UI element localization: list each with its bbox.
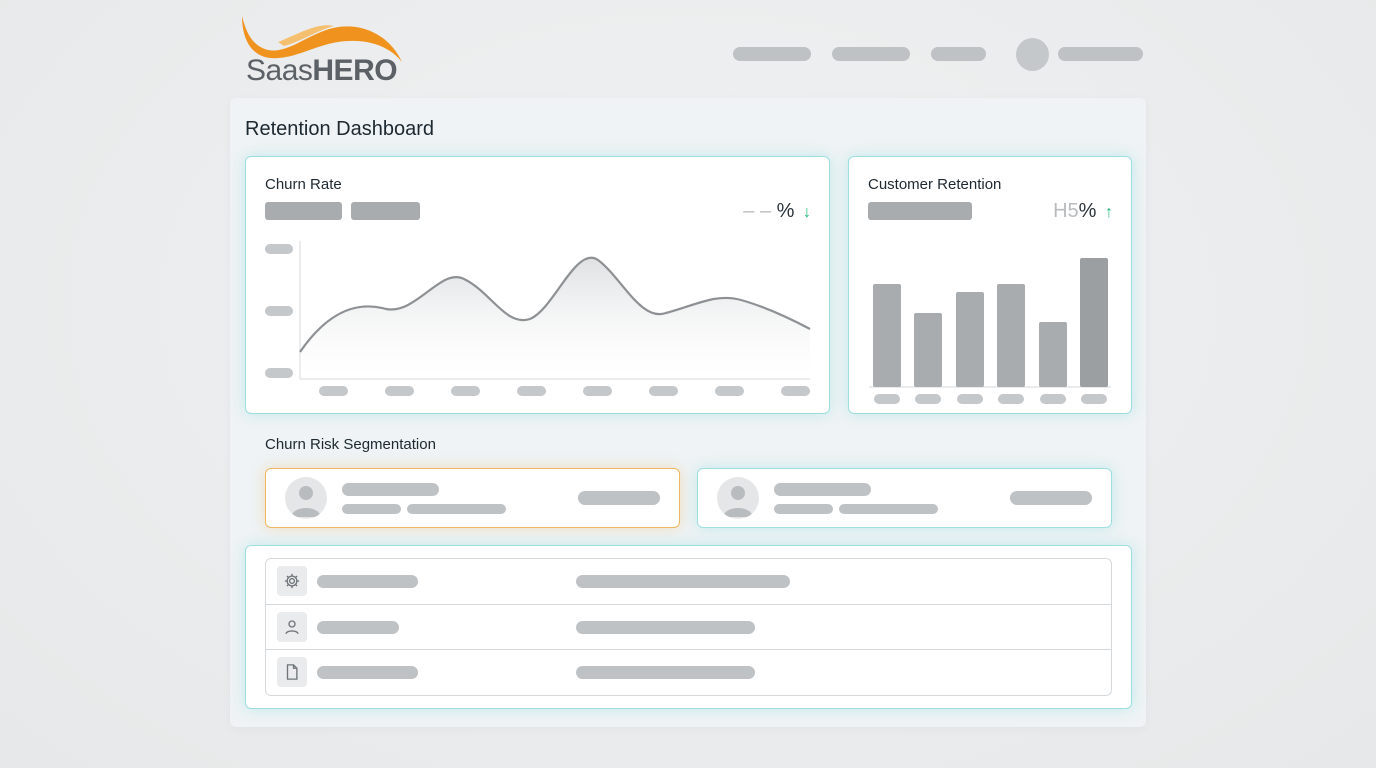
row-label-placeholder xyxy=(317,666,418,679)
row-label-placeholder xyxy=(317,575,418,588)
segment-meta-placeholder xyxy=(774,504,833,514)
nav-link-placeholder[interactable] xyxy=(832,47,910,61)
bar xyxy=(1039,322,1067,387)
row-value-placeholder xyxy=(576,666,755,679)
x-tick-placeholder xyxy=(451,386,480,396)
bar xyxy=(956,292,984,387)
settings-table-card xyxy=(245,545,1132,709)
y-tick-placeholder xyxy=(265,306,293,316)
person-avatar-icon xyxy=(285,477,327,519)
x-tick-placeholder xyxy=(1040,394,1066,404)
x-tick-placeholder xyxy=(517,386,546,396)
segment-card-selected[interactable] xyxy=(265,468,680,528)
x-tick-placeholder xyxy=(649,386,678,396)
user-name-placeholder[interactable] xyxy=(1058,47,1143,61)
x-tick-placeholder xyxy=(385,386,414,396)
x-tick-placeholder xyxy=(915,394,941,404)
x-tick-placeholder xyxy=(781,386,810,396)
x-tick-placeholder xyxy=(715,386,744,396)
saashero-logo[interactable]: SaasHERO xyxy=(238,12,410,88)
row-value-placeholder xyxy=(576,575,790,588)
page-title: Retention Dashboard xyxy=(245,118,435,140)
nav-link-placeholder[interactable] xyxy=(931,47,986,61)
retention-bar-chart xyxy=(869,258,1111,404)
user-icon xyxy=(277,612,307,642)
churn-line-chart xyxy=(265,241,811,396)
x-tick-placeholder xyxy=(874,394,900,404)
segment-value-placeholder xyxy=(1010,491,1092,505)
segment-meta-placeholder xyxy=(342,504,401,514)
bar xyxy=(914,313,942,387)
logo-text-bold: HERO xyxy=(312,54,398,87)
segment-meta-placeholder xyxy=(839,504,938,514)
x-tick-placeholder xyxy=(583,386,612,396)
nav-link-placeholder[interactable] xyxy=(733,47,811,61)
segment-card[interactable] xyxy=(697,468,1112,528)
document-icon xyxy=(277,657,307,687)
customer-retention-card[interactable]: Customer Retention H5% ↑ xyxy=(848,156,1132,414)
x-tick-placeholder xyxy=(957,394,983,404)
segment-name-placeholder xyxy=(774,483,871,496)
bar xyxy=(873,284,901,387)
row-label-placeholder xyxy=(317,621,399,634)
segment-value-placeholder xyxy=(578,491,660,505)
table-row[interactable] xyxy=(266,559,1111,604)
user-avatar[interactable] xyxy=(1016,38,1049,71)
table-row[interactable] xyxy=(266,649,1111,695)
bar xyxy=(997,284,1025,387)
x-tick-placeholder xyxy=(998,394,1024,404)
segment-name-placeholder xyxy=(342,483,439,496)
segmentation-title: Churn Risk Segmentation xyxy=(265,436,436,453)
x-tick-placeholder xyxy=(319,386,348,396)
gear-icon xyxy=(277,566,307,596)
table-row[interactable] xyxy=(266,604,1111,650)
x-tick-placeholder xyxy=(1081,394,1107,404)
churn-area xyxy=(300,257,810,379)
row-value-placeholder xyxy=(576,621,755,634)
y-tick-placeholder xyxy=(265,368,293,378)
settings-table xyxy=(265,558,1112,696)
person-avatar-icon xyxy=(717,477,759,519)
y-tick-placeholder xyxy=(265,244,293,254)
segment-meta-placeholder xyxy=(407,504,506,514)
churn-rate-card[interactable]: Churn Rate – – % ↓ xyxy=(245,156,830,414)
logo-text-light: Saas xyxy=(246,54,313,87)
bar xyxy=(1080,258,1108,387)
